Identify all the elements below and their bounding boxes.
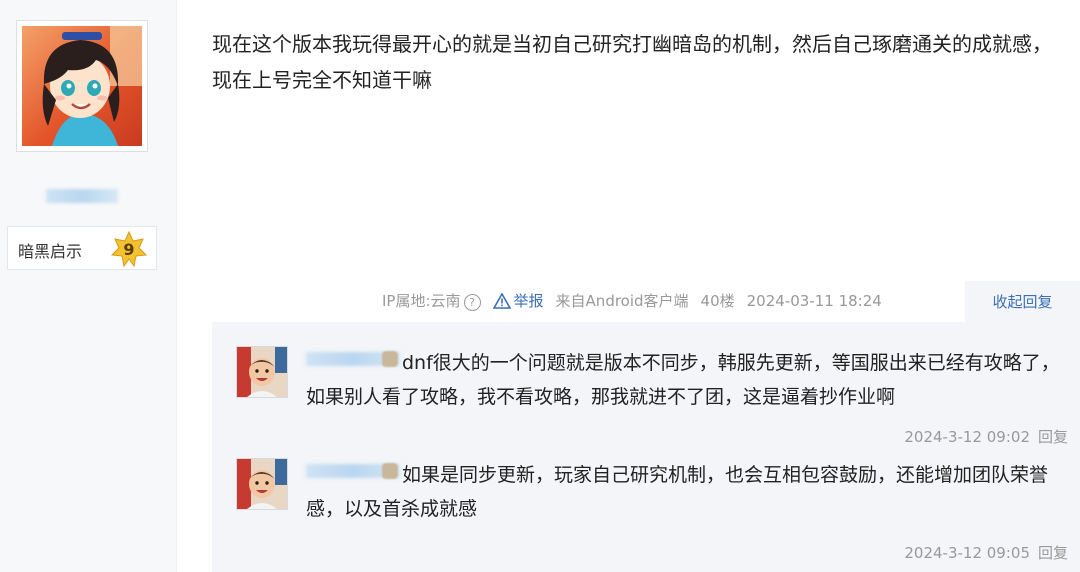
- warning-triangle-icon: [492, 292, 511, 309]
- author-username-redacted[interactable]: [46, 189, 118, 203]
- reply-button[interactable]: 回复: [1038, 428, 1068, 446]
- reply-thread: dnf很大的一个问题就是版本不同步，韩服先更新，等国服出来已经有攻略了，如果别人…: [212, 322, 1080, 572]
- post-floor: 40楼: [700, 292, 735, 310]
- post-body: 现在这个版本我玩得最开心的就是当初自己研究打幽暗岛的机制，然后自己琢磨通关的成就…: [212, 32, 1052, 92]
- reply-item: 如果是同步更新，玩家自己研究机制，也会互相包容鼓励，还能增加团队荣誉感，以及首杀…: [236, 458, 1068, 568]
- reply-meta: 2024-3-12 09:02 回复: [904, 426, 1068, 447]
- reply-text: dnf很大的一个问题就是版本不同步，韩服先更新，等国服出来已经有攻略了，如果别人…: [306, 352, 1060, 408]
- post-timestamp: 2024-03-11 18:24: [746, 291, 882, 310]
- help-circle-icon[interactable]: ?: [463, 294, 481, 311]
- baby-avatar-icon: [237, 459, 287, 509]
- reply-button[interactable]: 回复: [1038, 544, 1068, 562]
- author-sidebar: 暗黑启示 9: [0, 0, 177, 572]
- ip-location: IP属地:云南: [382, 292, 461, 310]
- badge-level: 9: [123, 240, 135, 259]
- collapse-replies-button[interactable]: 收起回复: [965, 281, 1080, 323]
- ip-location-group: IP属地:云南?: [382, 290, 481, 311]
- baby-avatar-icon: [237, 347, 287, 397]
- report-label: 举报: [513, 292, 544, 310]
- badge-label: 暗黑启示: [18, 242, 83, 261]
- reply-time: 2024-3-12 09:05: [904, 544, 1030, 562]
- author-avatar[interactable]: [16, 20, 148, 152]
- reply-text: 如果是同步更新，玩家自己研究机制，也会互相包容鼓励，还能增加团队荣誉感，以及首杀…: [306, 464, 1049, 520]
- member-badge[interactable]: 暗黑启示 9: [7, 226, 157, 270]
- reply-meta: 2024-3-12 09:05 回复: [904, 542, 1068, 563]
- reply-avatar[interactable]: [236, 458, 288, 510]
- report-link[interactable]: 举报: [492, 290, 544, 311]
- level-star-icon: 9: [110, 230, 148, 271]
- reply-item: dnf很大的一个问题就是版本不同步，韩服先更新，等国服出来已经有攻略了，如果别人…: [236, 346, 1068, 446]
- reply-time: 2024-3-12 09:02: [904, 428, 1030, 446]
- post-meta: IP属地:云南? 举报 来自Android客户端 40楼 2024-03-11 …: [382, 290, 894, 311]
- post-source: 来自Android客户端: [555, 292, 689, 310]
- anime-avatar-icon: [22, 26, 142, 146]
- reply-avatar[interactable]: [236, 346, 288, 398]
